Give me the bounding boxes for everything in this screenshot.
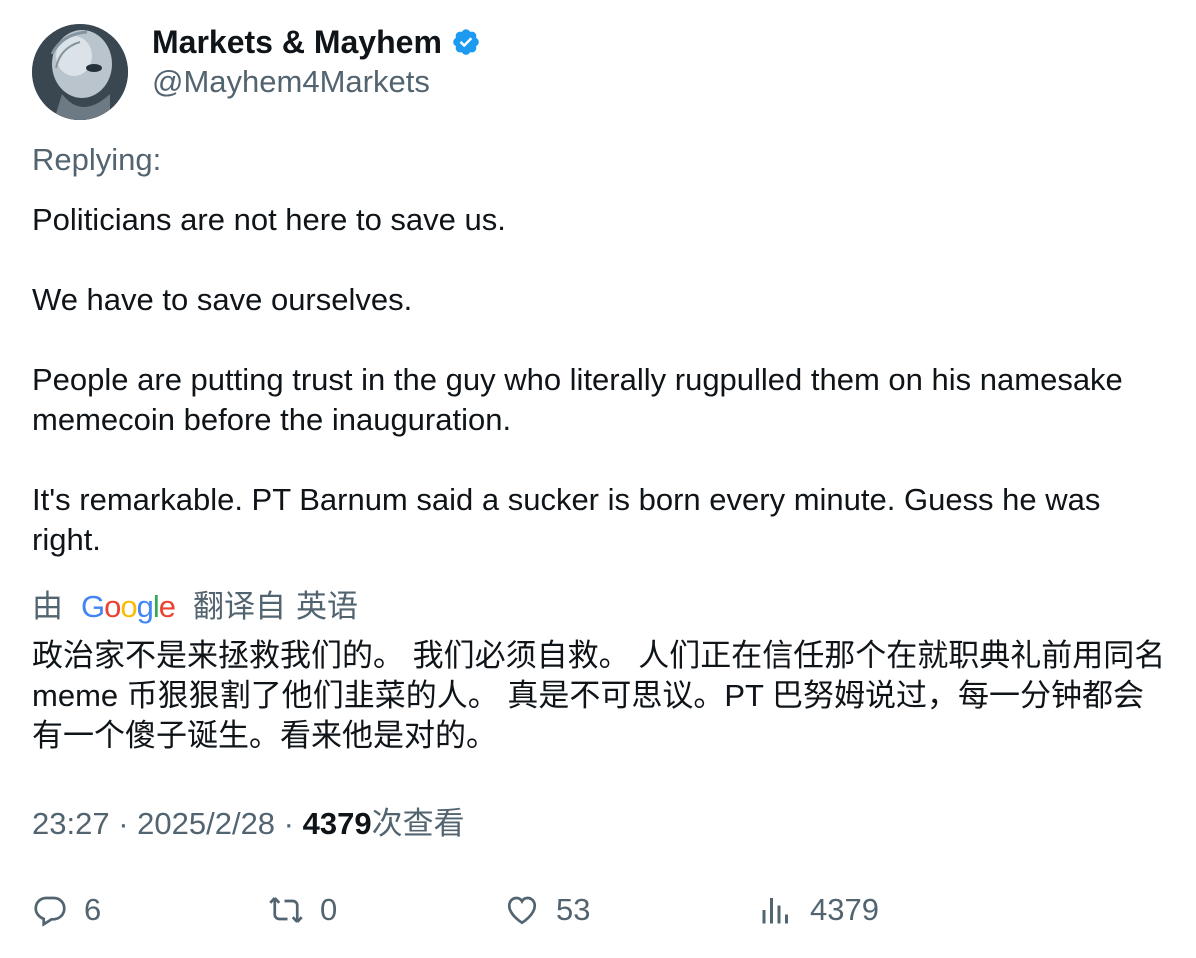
- translation-by-label: 由: [32, 589, 63, 624]
- like-button[interactable]: 53: [504, 892, 590, 928]
- tweet-date[interactable]: 2025/2/28: [137, 806, 275, 841]
- views-label: 次查看: [371, 806, 465, 841]
- google-logo[interactable]: Google: [81, 587, 176, 627]
- retweet-count: 0: [320, 892, 338, 927]
- tweet-time[interactable]: 23:27: [32, 806, 110, 841]
- views-count: 4379: [302, 806, 372, 841]
- author-display-name[interactable]: Markets & Mayhem: [152, 22, 442, 62]
- meta-separator: ·: [275, 806, 303, 841]
- action-bar: 6 0 53 4379: [0, 892, 1196, 932]
- translation-attribution: 由 Google 翻译自 英语: [32, 587, 358, 627]
- translation-language: 英语: [296, 589, 359, 624]
- meta-separator: ·: [109, 806, 138, 841]
- replying-label: Replying:: [32, 142, 162, 177]
- heart-icon: [507, 896, 537, 925]
- analytics-bar-chart-icon: [762, 898, 788, 924]
- views-action-count: 4379: [810, 892, 879, 927]
- tweet-paragraph: We have to save ourselves.: [32, 282, 413, 317]
- author-handle[interactable]: @Mayhem4Markets: [152, 62, 430, 102]
- retweet-button[interactable]: 0: [268, 892, 337, 928]
- like-count: 53: [556, 892, 591, 927]
- retweet-icon: [269, 897, 303, 923]
- translation-from-label: 翻译自: [193, 589, 287, 624]
- reply-count: 6: [84, 892, 102, 927]
- tweet-paragraph: It's remarkable. PT Barnum said a sucker…: [32, 482, 1101, 557]
- views-button[interactable]: 4379: [758, 892, 879, 928]
- robot-head-avatar-icon: [32, 24, 128, 120]
- tweet-paragraph: Politicians are not here to save us.: [32, 202, 506, 237]
- tweet-meta: 23:27 · 2025/2/28 · 4379次查看: [32, 804, 465, 844]
- verified-badge-icon: [453, 29, 479, 55]
- reply-icon: [34, 896, 66, 927]
- tweet-paragraph: People are putting trust in the guy who …: [32, 362, 1123, 437]
- reply-button[interactable]: 6: [32, 892, 101, 928]
- author-name-row: Markets & Mayhem: [152, 22, 481, 62]
- translated-text: 政治家不是来拯救我们的。 我们必须自救。 人们正在信任那个在就职典礼前用同名 m…: [32, 638, 1166, 753]
- tweet-text: Politicians are not here to save us. We …: [32, 200, 1172, 560]
- avatar[interactable]: [32, 24, 128, 120]
